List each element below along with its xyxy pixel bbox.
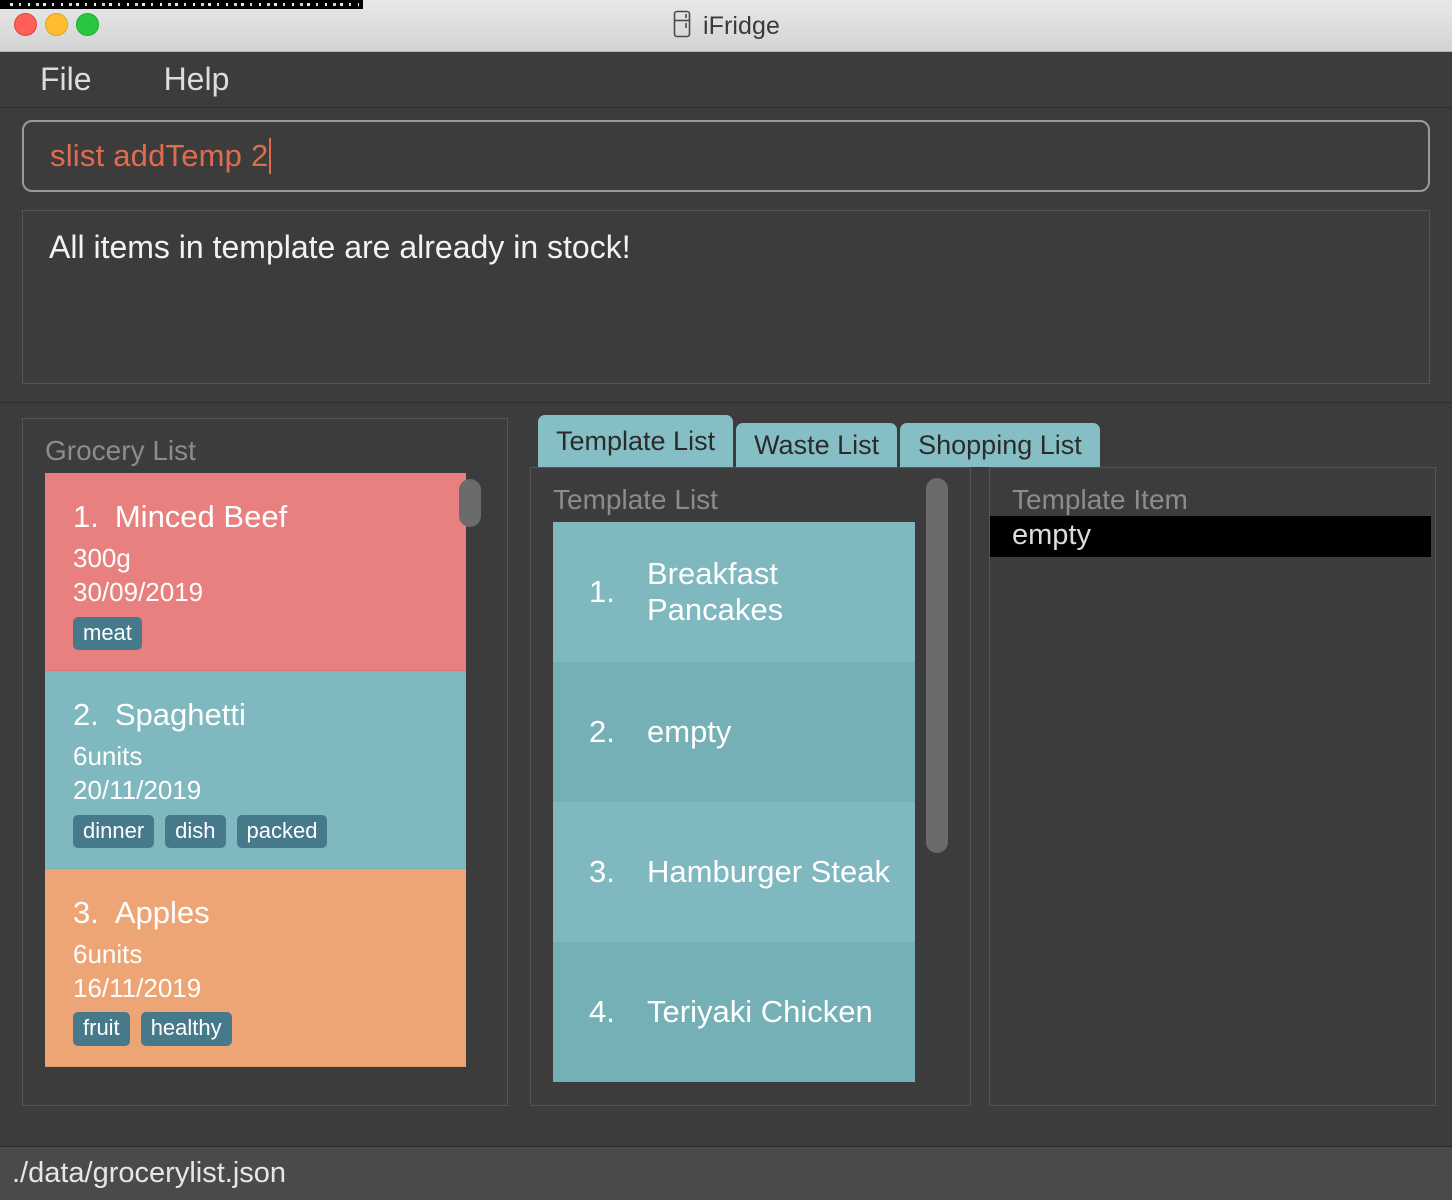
text-caret	[269, 138, 272, 174]
grocery-item-name: 3. Apples	[73, 894, 210, 930]
tag-badge: dish	[165, 814, 226, 848]
template-list-item[interactable]: 1. Breakfast Pancakes	[553, 522, 915, 662]
tab-waste-list[interactable]: Waste List	[736, 423, 898, 467]
grocery-item-date: 30/09/2019	[73, 577, 204, 608]
grocery-item-index: 1.	[73, 499, 99, 534]
grocery-item-quantity: 300g	[73, 543, 131, 573]
template-list-item[interactable]: 3. Hamburger Steak	[553, 802, 915, 942]
template-list-scrollbar[interactable]	[926, 478, 948, 853]
grocery-list-title: Grocery List	[45, 435, 196, 466]
grocery-list-items[interactable]: 1. Minced Beef 300g 30/09/2019 meat 2. Spaghet…	[45, 473, 466, 1098]
menu-help[interactable]: Help	[164, 61, 230, 98]
template-item-name: Breakfast Pancakes	[647, 556, 784, 627]
tab-template-list[interactable]: Template List	[538, 415, 734, 467]
template-item-index: 2.	[589, 714, 615, 749]
template-list-item[interactable]: 4. Teriyaki Chicken	[553, 942, 915, 1082]
template-item-row[interactable]: empty	[990, 516, 1431, 557]
template-list-panel: Template List 1. Breakfast Pancakes 2. empt…	[530, 467, 971, 1106]
menu-file[interactable]: File	[40, 61, 92, 98]
template-item-title: Template Item	[1012, 484, 1188, 515]
tag-badge: healthy	[140, 1012, 232, 1046]
template-item-name: empty	[647, 714, 732, 749]
grocery-item-date: 16/11/2019	[73, 973, 202, 1004]
grocery-list-panel: Grocery List 1. Minced Beef 300g 30/09/2019…	[22, 418, 508, 1106]
template-list-item[interactable]: 2. empty	[553, 662, 915, 802]
grocery-item-quantity: 6units	[73, 938, 143, 969]
result-message: All items in template are already in sto…	[49, 229, 631, 265]
tag-badge: meat	[73, 616, 142, 650]
template-list-items[interactable]: 1. Breakfast Pancakes 2. empty 3. Hamburger S…	[553, 522, 915, 1104]
grocery-item-tags: fruit healthy	[73, 1012, 466, 1046]
tabbed-panel-column: Template List Waste List Shopping List Tem…	[530, 403, 1452, 1124]
grocery-list-scrollbar[interactable]	[459, 479, 481, 527]
grocery-item-quantity: 6units	[73, 740, 143, 771]
grocery-item-date: 20/11/2019	[73, 775, 202, 806]
status-file-path: ./data/grocerylist.json	[12, 1157, 287, 1189]
tab-content: Template List 1. Breakfast Pancakes 2. empt…	[530, 467, 1452, 1106]
tag-badge: dinner	[73, 814, 155, 848]
template-item-index: 1.	[589, 574, 615, 609]
grocery-item-index: 3.	[73, 894, 99, 930]
command-input-value: slist addTemp 2	[50, 138, 269, 173]
template-item-index: 4.	[589, 994, 615, 1029]
main-content: Grocery List 1. Minced Beef 300g 30/09/2019…	[0, 402, 1452, 1124]
template-item-name: Hamburger Steak	[647, 854, 890, 889]
grocery-item-name: 2. Spaghetti	[73, 696, 246, 732]
grocery-item-card[interactable]: 2. Spaghetti 6units 20/11/2019 dinner dish pac…	[45, 670, 466, 869]
fridge-icon	[672, 10, 692, 43]
template-item-panel: Template Item empty	[989, 467, 1436, 1106]
template-item-index: 3.	[589, 854, 615, 889]
grocery-item-index: 2.	[73, 696, 99, 732]
grocery-item-card[interactable]: 3. Apples 6units 16/11/2019 fruit healthy	[45, 868, 466, 1067]
grocery-item-name: 1. Minced Beef	[73, 499, 288, 534]
application-body: File Help slist addTemp 2 All items in t…	[0, 52, 1452, 1200]
tab-shopping-list[interactable]: Shopping List	[900, 423, 1100, 467]
template-item-name: Teriyaki Chicken	[647, 994, 873, 1029]
result-display: All items in template are already in sto…	[22, 210, 1430, 384]
grocery-item-card[interactable]: 1. Minced Beef 300g 30/09/2019 meat	[45, 473, 466, 671]
screenshot-artifact-strip	[0, 0, 363, 9]
grocery-list-column: Grocery List 1. Minced Beef 300g 30/09/2019…	[0, 403, 530, 1124]
tag-badge: packed	[236, 814, 328, 848]
menu-bar: File Help	[0, 52, 1452, 108]
grocery-item-tags: dinner dish packed	[73, 814, 466, 848]
window-title: iFridge	[702, 11, 781, 40]
command-input[interactable]: slist addTemp 2	[22, 120, 1430, 192]
grocery-item-tags: meat	[73, 616, 466, 650]
tab-strip[interactable]: Template List Waste List Shopping List	[530, 415, 1452, 467]
status-bar: ./data/grocerylist.json	[0, 1146, 1452, 1200]
template-item-rows[interactable]: empty	[990, 516, 1435, 557]
tag-badge: fruit	[73, 1012, 130, 1046]
template-list-title: Template List	[553, 484, 718, 515]
result-display-area: All items in template are already in sto…	[0, 192, 1452, 384]
command-input-area: slist addTemp 2	[0, 108, 1452, 192]
